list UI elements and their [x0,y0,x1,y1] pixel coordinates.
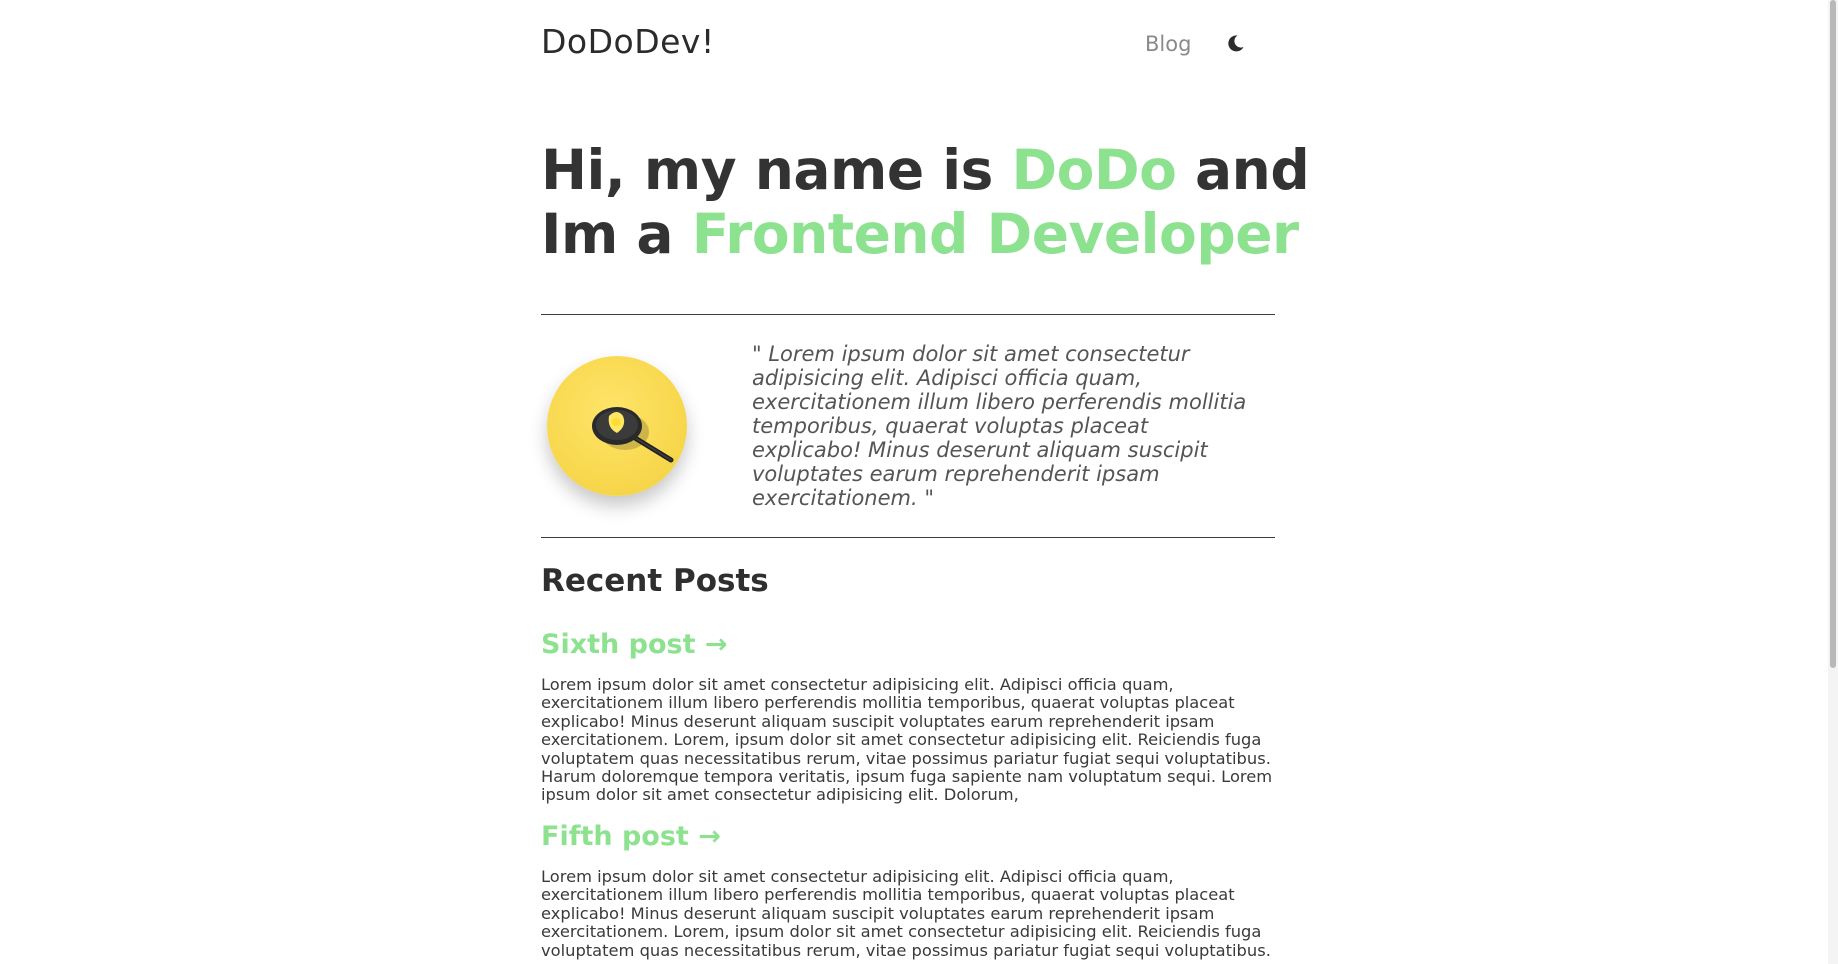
scrollbar-thumb[interactable] [1830,0,1836,668]
post-excerpt: Lorem ipsum dolor sit amet consectetur a… [541,675,1273,805]
page: DoDoDev! Blog Hi, my name is DoDo and Im… [0,0,1838,964]
moon-icon [1228,35,1244,52]
post-item: Fifth post → Lorem ipsum dolor sit amet … [541,816,1275,960]
hero-heading: Hi, my name is DoDo and Im a Frontend De… [541,138,1310,266]
hero-role: Frontend Developer [691,202,1299,266]
divider-top [541,314,1275,315]
hero-role-prefix: Im a [541,202,692,266]
main-container: DoDoDev! Blog Hi, my name is DoDo and Im… [541,0,1310,959]
nav-blog-link[interactable]: Blog [1145,32,1191,56]
theme-toggle-button[interactable] [1223,32,1247,56]
post-item: Sixth post → Lorem ipsum dolor sit amet … [541,624,1275,805]
avatar [547,356,687,496]
frying-pan-egg-icon [592,407,674,463]
post-excerpt: Lorem ipsum dolor sit amet consectetur a… [541,867,1271,960]
post-title-link[interactable]: Sixth post → [541,624,1275,666]
hero-greeting-end: and [1176,138,1310,202]
divider-bottom [541,537,1275,538]
site-logo[interactable]: DoDoDev! [541,22,715,61]
site-header: DoDoDev! Blog [541,0,1275,90]
page-scrollbar[interactable] [1828,0,1838,964]
hero-line-1: Hi, my name is DoDo and [541,138,1310,202]
hero-line-2: Im a Frontend Developer [541,202,1301,266]
hero-greeting: Hi, my name is [541,138,1012,202]
recent-posts-heading: Recent Posts [541,563,769,599]
intro-quote: " Lorem ipsum dolor sit amet consectetur… [752,342,1247,510]
post-title-link[interactable]: Fifth post → [541,816,1275,858]
hero-name: DoDo [1011,138,1177,202]
